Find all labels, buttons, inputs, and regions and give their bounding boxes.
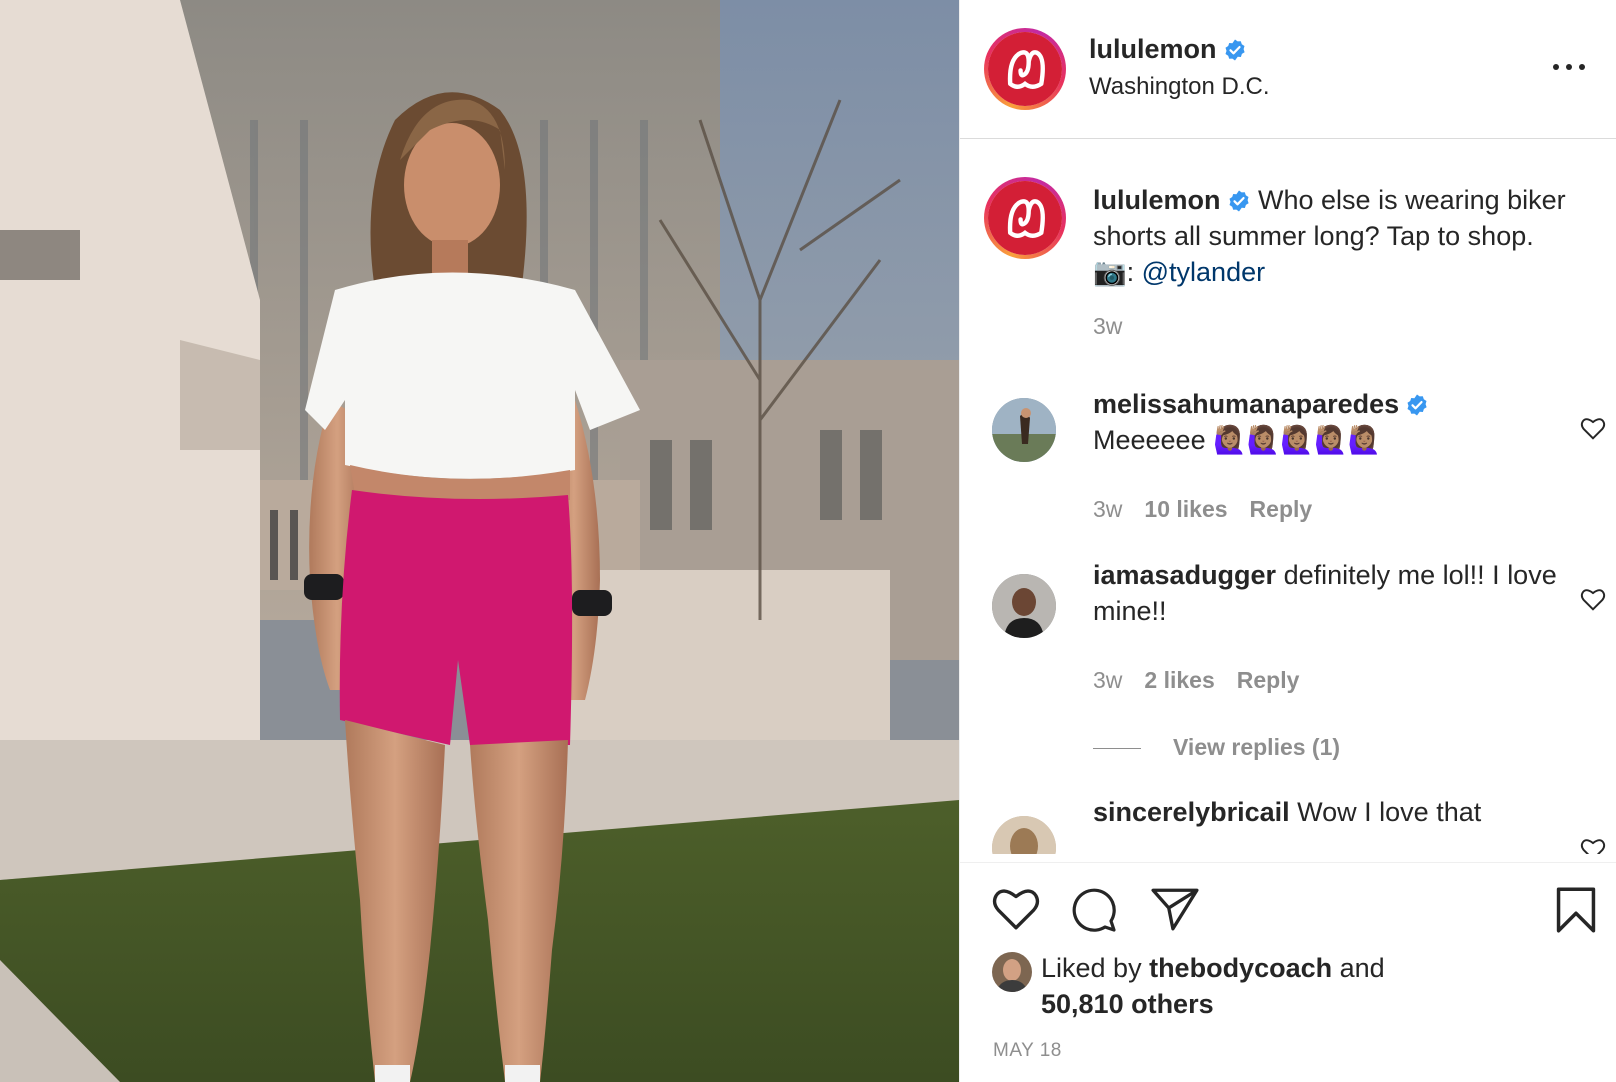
comment-username[interactable]: melissahumanaparedes [1093,389,1399,419]
comment-body: Meeeeee 🙋🏽‍♀️🙋🏽‍♀️🙋🏽‍♀️🙋🏽‍♀️🙋🏽‍♀️ [1093,425,1382,455]
more-options-icon[interactable] [1551,56,1587,76]
comment-text: sincerelybricail Wow I love that [1093,794,1593,830]
comment-username[interactable]: sincerelybricail [1093,797,1290,827]
paper-plane-icon[interactable] [1150,886,1200,932]
comment-age[interactable]: 3w [1093,496,1122,522]
caption-age[interactable]: 3w [1093,313,1122,340]
lululemon-logo [988,32,1062,106]
account-avatar[interactable] [984,28,1066,110]
post-header: lululemon Washington D.C. [960,0,1616,139]
likes-prefix: Liked by [1041,953,1150,983]
comment-text: iamasadugger definitely me lol!! I love … [1093,557,1593,629]
avatar-image [992,952,1032,992]
view-replies-button[interactable]: View replies (1) [1093,734,1340,761]
reply-button[interactable]: Reply [1250,496,1313,522]
replies-divider [1093,748,1141,750]
comment-likes[interactable]: 2 likes [1144,667,1214,693]
likes-summary: Liked by thebodycoach and 50,810 others [1041,950,1561,1022]
verified-badge-icon [1229,190,1249,212]
verified-badge-icon [1407,394,1427,416]
commenter-avatar[interactable] [992,574,1056,638]
comment-body: Wow I love that [1297,797,1482,827]
liker-avatar[interactable] [992,952,1032,992]
comment-age[interactable]: 3w [1093,667,1122,693]
commenter-avatar[interactable] [992,816,1056,854]
comment-likes[interactable]: 10 likes [1144,496,1227,522]
verified-badge-icon [1225,39,1245,61]
comment-icon[interactable] [1070,886,1118,934]
post-photo[interactable] [0,0,959,1082]
likes-middle: and [1332,953,1385,983]
likes-count[interactable]: 50,810 others [1041,989,1214,1019]
like-comment-heart-icon[interactable] [1580,416,1606,440]
comment-meta: 3w 2 likes Reply [1093,667,1299,694]
caption-username[interactable]: lululemon [1093,185,1221,215]
caption-text: lululemon Who else is wearing biker shor… [1093,182,1593,290]
lululemon-logo [988,181,1062,255]
caption-avatar[interactable] [984,177,1066,259]
view-replies-label[interactable]: View replies (1) [1173,734,1340,760]
post-date[interactable]: MAY 18 [993,1040,1062,1062]
avatar-image [992,816,1056,854]
account-username-text[interactable]: lululemon [1089,34,1217,64]
caption-mention[interactable]: @tylander [1142,257,1265,287]
liker-username[interactable]: thebodycoach [1149,953,1332,983]
like-comment-heart-icon[interactable] [1580,587,1606,611]
bookmark-icon[interactable] [1553,886,1599,934]
avatar-image [992,398,1056,462]
comments-list[interactable]: lululemon Who else is wearing biker shor… [960,140,1616,854]
caption-credit: 📷: [1093,257,1142,287]
comment-username[interactable]: iamasadugger [1093,560,1276,590]
post-sidebar: lululemon Washington D.C. lululemon Who … [959,0,1616,1082]
heart-icon[interactable] [991,885,1041,931]
comment-text: melissahumanaparedes Meeeeee 🙋🏽‍♀️🙋🏽‍♀️🙋… [1093,386,1593,458]
reply-button[interactable]: Reply [1237,667,1300,693]
avatar-image [992,574,1056,638]
post-photo-image [0,0,959,1082]
account-username[interactable]: lululemon [1089,34,1247,65]
post-location[interactable]: Washington D.C. [1089,73,1270,101]
like-comment-heart-icon[interactable] [1580,837,1606,854]
commenter-avatar[interactable] [992,398,1056,462]
comment-meta: 3w 10 likes Reply [1093,496,1312,523]
